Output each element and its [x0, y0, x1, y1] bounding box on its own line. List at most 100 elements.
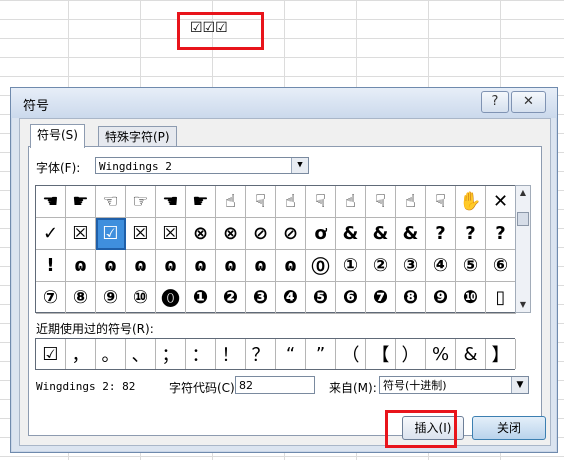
symbol-cell[interactable]: ☚ [36, 186, 66, 218]
symbol-cell[interactable]: ơ [306, 218, 336, 250]
recent-symbol-cell[interactable]: ； [156, 339, 186, 369]
symbol-dialog: 符号 ? ✕ 符号(S) 特殊字符(P) 字体(F): Wingdings 2 … [10, 87, 558, 453]
tab-symbols[interactable]: 符号(S) [30, 124, 85, 148]
symbol-cell[interactable]: ② [366, 250, 396, 282]
symbol-cell[interactable]: ❿ [456, 282, 486, 314]
symbol-cell[interactable]: ☑ [96, 218, 126, 250]
recent-symbol-cell[interactable]: “ [276, 339, 306, 369]
symbol-cell[interactable]: ⓪ [306, 250, 336, 282]
symbol-cell[interactable]: ④ [426, 250, 456, 282]
symbol-cell[interactable]: ɷ [156, 250, 186, 282]
font-label: 字体(F): [36, 161, 81, 175]
symbol-cell[interactable]: ☛ [186, 186, 216, 218]
symbol-cell[interactable]: ❹ [276, 282, 306, 314]
symbol-cell[interactable]: ☟ [246, 186, 276, 218]
symbol-cell[interactable]: ☟ [366, 186, 396, 218]
recent-symbol-cell[interactable]: ： [186, 339, 216, 369]
symbol-cell[interactable]: ☛ [66, 186, 96, 218]
symbol-cell[interactable]: ✓ [36, 218, 66, 250]
symbol-cell[interactable]: ? [486, 218, 516, 250]
symbol-cell[interactable]: ☟ [426, 186, 456, 218]
close-button[interactable]: ✕ [511, 91, 546, 113]
symbol-cell[interactable]: ❽ [396, 282, 426, 314]
recent-symbol-cell[interactable]: ） [396, 339, 426, 369]
from-select[interactable]: 符号(十进制) ▼ [379, 376, 529, 394]
symbol-cell[interactable]: ☝ [216, 186, 246, 218]
symbol-cell[interactable]: ! [36, 250, 66, 282]
symbol-cell[interactable]: ⊗ [186, 218, 216, 250]
symbol-cell[interactable]: ɷ [186, 250, 216, 282]
symbol-cell[interactable]: ? [426, 218, 456, 250]
symbol-cell[interactable]: ɷ [66, 250, 96, 282]
dialog-titlebar[interactable]: 符号 ? ✕ [11, 88, 557, 118]
symbol-cell[interactable]: ɷ [126, 250, 156, 282]
scrollbar-thumb[interactable] [517, 212, 529, 226]
recent-symbol-cell[interactable]: （ [336, 339, 366, 369]
symbol-grid-scrollbar[interactable]: ▲ ▼ [515, 185, 531, 313]
recent-symbol-cell[interactable]: ！ [216, 339, 246, 369]
chevron-down-icon[interactable]: ▼ [291, 158, 308, 173]
tab-special-characters[interactable]: 特殊字符(P) [98, 126, 177, 147]
dialog-title: 符号 [23, 99, 50, 114]
symbol-cell[interactable]: ✋ [456, 186, 486, 218]
symbol-cell[interactable]: ⊗ [216, 218, 246, 250]
recent-symbol-cell[interactable]: ， [66, 339, 96, 369]
symbol-cell[interactable]: ✕ [486, 186, 516, 218]
recent-symbol-cell[interactable]: ” [306, 339, 336, 369]
recent-symbol-cell[interactable]: ？ [246, 339, 276, 369]
recent-symbol-cell[interactable]: % [426, 339, 456, 369]
recent-symbol-cell[interactable]: 。 [96, 339, 126, 369]
symbol-cell[interactable]: & [366, 218, 396, 250]
symbol-cell[interactable]: ⊘ [276, 218, 306, 250]
symbol-cell[interactable]: ☝ [336, 186, 366, 218]
arrow-down-icon[interactable]: ▼ [516, 298, 530, 312]
symbol-cell[interactable]: ☚ [156, 186, 186, 218]
symbol-cell[interactable]: ⓿ [156, 282, 186, 314]
symbol-cell[interactable]: ɷ [216, 250, 246, 282]
symbol-cell[interactable]: & [336, 218, 366, 250]
symbol-cell[interactable]: ☝ [276, 186, 306, 218]
symbol-cell[interactable]: ɷ [246, 250, 276, 282]
symbol-cell[interactable]: ⑤ [456, 250, 486, 282]
symbol-cell[interactable]: ③ [396, 250, 426, 282]
symbol-cell[interactable]: ɷ [276, 250, 306, 282]
symbol-cell[interactable]: ❾ [426, 282, 456, 314]
character-code-input[interactable]: 82 [235, 376, 315, 394]
symbol-cell[interactable]: ☒ [126, 218, 156, 250]
help-button[interactable]: ? [481, 91, 509, 113]
symbol-cell[interactable]: & [396, 218, 426, 250]
symbol-cell[interactable]: ❺ [306, 282, 336, 314]
symbol-cell[interactable]: ⑨ [96, 282, 126, 314]
symbol-cell[interactable]: ? [456, 218, 486, 250]
symbol-grid: ☚ ☛ ☜ ☞ ☚ ☛ ☝ ☟ ☝ ☟ ☝ ☟ ☝ ☟ ✋ ✕ ✓ ☒ ☑ ☒ ☒ ⊗ ⊗ ⊘ ⊘ ơ & & &???! ɷ ɷ ɷ ɷ ɷ ɷ ɷ… [35, 185, 516, 314]
symbol-cell[interactable]: ☞ [126, 186, 156, 218]
symbol-cell[interactable]: ❻ [336, 282, 366, 314]
recent-symbol-cell[interactable]: 】 [486, 339, 516, 369]
recent-symbol-cell[interactable]: 【 [366, 339, 396, 369]
symbol-cell[interactable]: ☟ [306, 186, 336, 218]
symbol-cell[interactable]: ⊘ [246, 218, 276, 250]
font-select[interactable]: Wingdings 2 ▼ [95, 157, 309, 174]
recent-symbol-cell[interactable]: & [456, 339, 486, 369]
symbol-cell[interactable]: ❸ [246, 282, 276, 314]
chevron-down-icon[interactable]: ▼ [511, 377, 528, 393]
symbol-cell[interactable]: ⑥ [486, 250, 516, 282]
recent-symbol-cell[interactable]: ☑ [36, 339, 66, 369]
symbol-cell[interactable]: ☜ [96, 186, 126, 218]
symbol-cell[interactable]: ☝ [396, 186, 426, 218]
symbol-cell[interactable]: ❼ [366, 282, 396, 314]
symbol-cell[interactable]: ⑩ [126, 282, 156, 314]
symbol-cell[interactable]: ① [336, 250, 366, 282]
recent-symbol-cell[interactable]: 、 [126, 339, 156, 369]
symbol-cell[interactable]: ❶ [186, 282, 216, 314]
symbol-cell[interactable]: ❷ [216, 282, 246, 314]
symbol-cell[interactable]: ɷ [96, 250, 126, 282]
symbol-cell[interactable]: ⑦ [36, 282, 66, 314]
arrow-up-icon[interactable]: ▲ [516, 186, 530, 200]
symbol-cell[interactable]: ⑧ [66, 282, 96, 314]
symbol-cell[interactable]: ▯ [486, 282, 516, 314]
highlight-box-insert [385, 410, 457, 448]
symbol-cell[interactable]: ☒ [66, 218, 96, 250]
close-dialog-button[interactable]: 关闭 [472, 416, 546, 440]
symbol-cell[interactable]: ☒ [156, 218, 186, 250]
